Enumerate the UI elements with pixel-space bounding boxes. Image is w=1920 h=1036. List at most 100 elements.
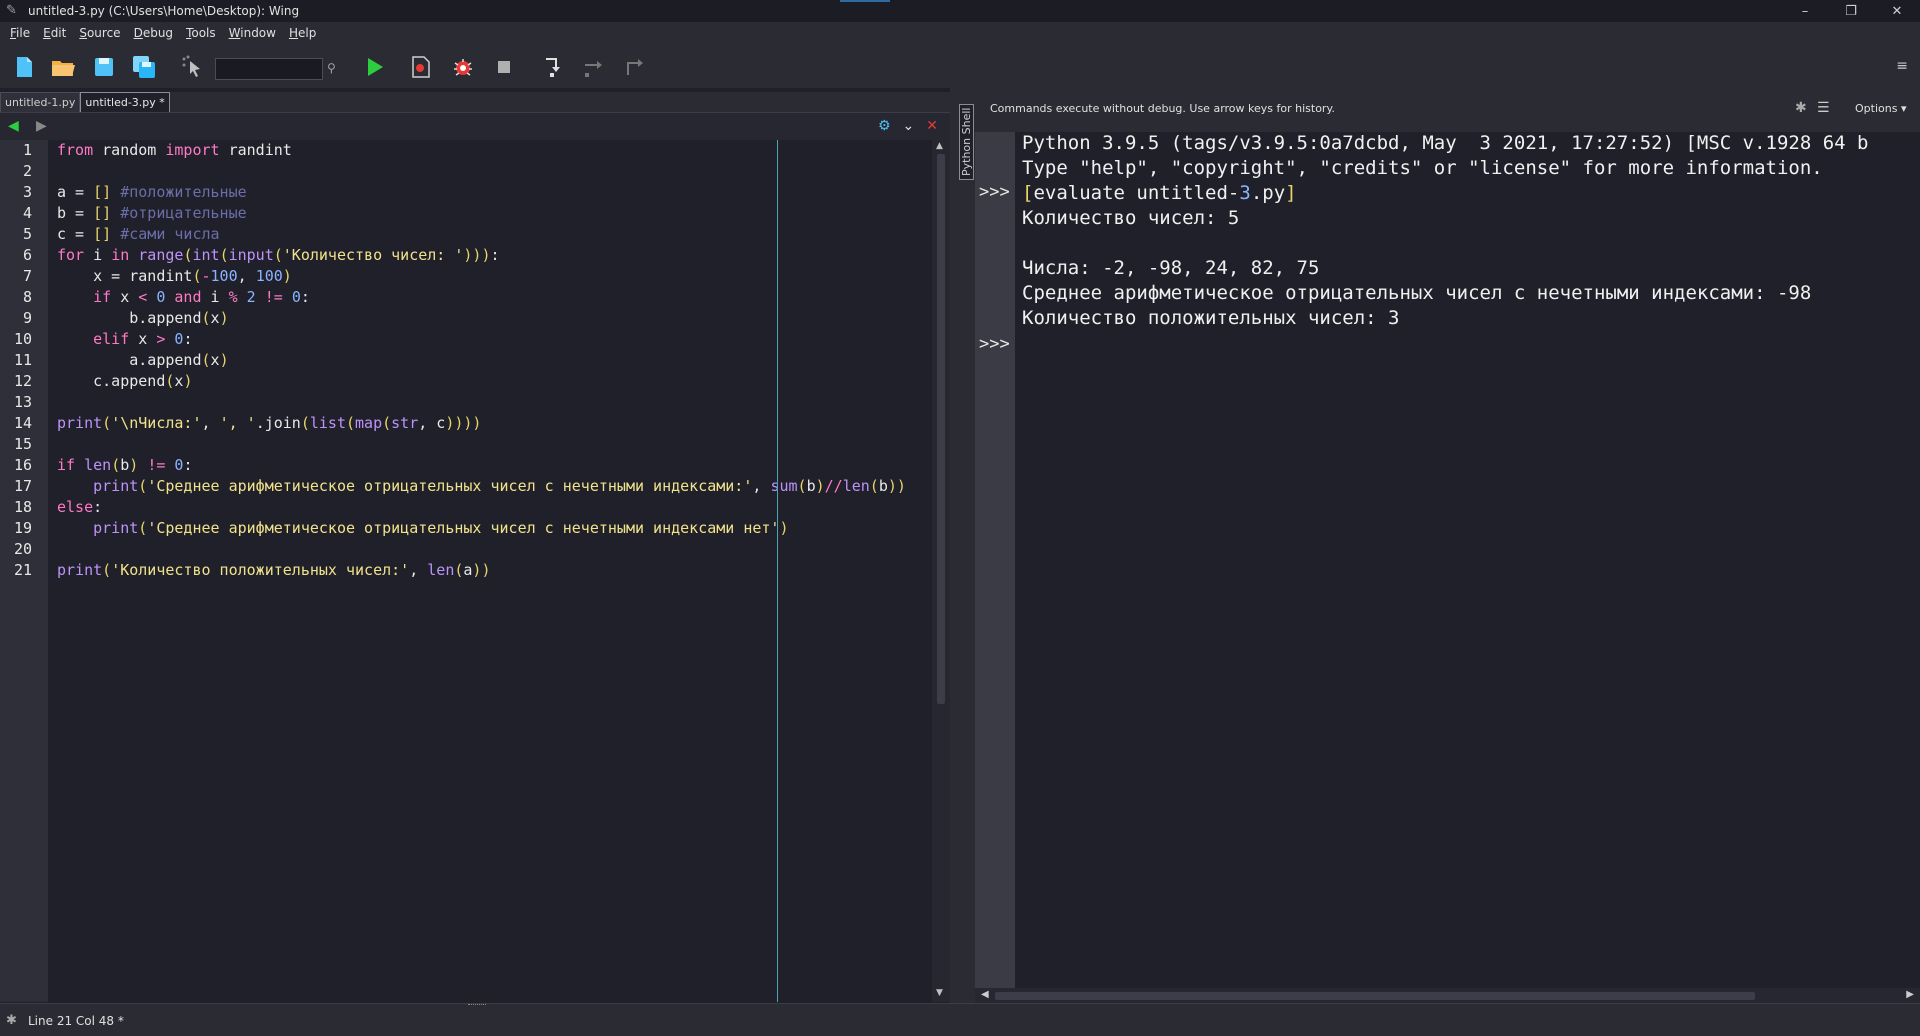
- menu-file[interactable]: File: [10, 26, 30, 40]
- tab-untitled-1[interactable]: untitled-1.py: [0, 92, 81, 112]
- list-options-icon[interactable]: ☰: [1817, 100, 1830, 116]
- save-all-icon[interactable]: [130, 53, 158, 81]
- pane-splitter[interactable]: [950, 88, 957, 1003]
- editor-nav-strip: ◀ ▶ ⚙ ⌄ ✕: [0, 112, 950, 140]
- line-number: 9: [22, 309, 32, 327]
- window-title: untitled-3.py (C:\Users\Home\Desktop): W…: [28, 4, 300, 18]
- line-number: 19: [13, 519, 32, 537]
- title-accent: [840, 0, 890, 2]
- step-out-icon[interactable]: [620, 53, 648, 81]
- menu-edit[interactable]: Edit: [43, 26, 66, 40]
- code-line: from random import randint: [57, 141, 292, 159]
- new-file-icon[interactable]: [10, 53, 38, 81]
- toolbar: ⚲ ≡: [0, 44, 1920, 88]
- code-line: x = randint(-100, 100): [57, 267, 292, 285]
- bug-debug-icon[interactable]: [449, 53, 477, 81]
- shell-output-line: Среднее арифметическое отрицательных чис…: [1022, 282, 1812, 304]
- maximize-button[interactable]: ❐: [1828, 0, 1874, 22]
- close-editor-icon[interactable]: ✕: [926, 118, 938, 134]
- debug-shell-icon[interactable]: ✱: [1795, 100, 1807, 116]
- editor-tab-bar: untitled-1.py untitled-3.py *: [0, 92, 950, 112]
- editor-scroll-thumb[interactable]: [937, 154, 945, 704]
- menu-help[interactable]: Help: [289, 26, 316, 40]
- step-into-icon[interactable]: [538, 53, 566, 81]
- shell-prompt-column: >>> >>>: [975, 132, 1015, 998]
- line-number: 16: [13, 456, 32, 474]
- code-line: a.append(x): [57, 351, 229, 369]
- menu-bar: File Edit Source Debug Tools Window Help: [0, 22, 1920, 44]
- save-icon[interactable]: [90, 53, 118, 81]
- cursor-position: Line 21 Col 48 *: [28, 1014, 124, 1028]
- code-line: else:: [57, 498, 103, 516]
- shell-output-line: Python 3.9.5 (tags/v3.9.5:0a7dcbd, May 3…: [1022, 132, 1869, 154]
- minimize-button[interactable]: –: [1782, 0, 1828, 22]
- menu-debug[interactable]: Debug: [134, 26, 173, 40]
- code-line: print('\nЧисла:', ', '.join(list(map(str…: [57, 414, 482, 432]
- code-line: if len(b) != 0:: [57, 456, 193, 474]
- shell-output[interactable]: Python 3.9.5 (tags/v3.9.5:0a7dcbd, May 3…: [1015, 132, 1920, 998]
- back-arrow-icon[interactable]: ◀: [8, 118, 19, 134]
- line-number: 11: [13, 351, 32, 369]
- line-number: 13: [13, 393, 32, 411]
- code-line: print('Среднее арифметическое отрицатель…: [93, 477, 906, 495]
- shell-header: Commands execute without debug. Use arro…: [975, 88, 1920, 132]
- options-button[interactable]: Options ▾: [1855, 102, 1906, 115]
- shell-output-line: Количество положительных чисел: 3: [1022, 307, 1400, 329]
- open-folder-icon[interactable]: [49, 53, 77, 81]
- line-number: 5: [22, 225, 32, 243]
- line-number: 6: [22, 246, 32, 264]
- chevron-down-icon[interactable]: ⌄: [903, 118, 915, 134]
- code-editor[interactable]: from random import randint a = [] #положи…: [48, 140, 928, 1002]
- menu-tools[interactable]: Tools: [186, 26, 216, 40]
- shell-horizontal-scrollbar[interactable]: ◀ ▶: [975, 988, 1920, 1003]
- toolbar-menu-icon[interactable]: ≡: [1896, 58, 1908, 74]
- goto-pointer-icon[interactable]: [178, 53, 206, 81]
- shell-note: Commands execute without debug. Use arro…: [990, 102, 1335, 115]
- line-number: 17: [13, 477, 32, 495]
- code-line: b = [] #отрицательные: [57, 204, 247, 222]
- scroll-left-icon[interactable]: ◀: [981, 989, 989, 1000]
- run-icon[interactable]: [360, 53, 388, 81]
- python-shell-side-tab: Python Shell: [957, 88, 975, 1003]
- code-line: b.append(x): [57, 309, 229, 327]
- line-number: 7: [22, 267, 32, 285]
- stop-icon[interactable]: [490, 53, 518, 81]
- forward-arrow-icon[interactable]: ▶: [36, 118, 47, 134]
- shell-scroll-thumb[interactable]: [995, 992, 1755, 1000]
- status-bug-icon: ✱: [6, 1013, 17, 1028]
- shell-output-line: Количество чисел: 5: [1022, 207, 1240, 229]
- shell-output-line: Type "help", "copyright", "credits" or "…: [1022, 157, 1823, 179]
- line-number: 12: [13, 372, 32, 390]
- python-shell-tab[interactable]: Python Shell: [959, 103, 974, 180]
- line-number: 15: [13, 435, 32, 453]
- toolbar-search-input[interactable]: [215, 58, 323, 80]
- line-number: 3: [22, 183, 32, 201]
- scroll-down-icon[interactable]: ▼: [936, 988, 943, 998]
- code-line: c.append(x): [57, 372, 193, 390]
- code-line: print('Среднее арифметическое отрицатель…: [93, 519, 789, 537]
- debug-file-icon[interactable]: [407, 53, 435, 81]
- step-over-icon[interactable]: [579, 53, 607, 81]
- resize-grip[interactable]: [468, 1004, 486, 1007]
- code-line: print('Количество положительных чисел:',…: [57, 561, 491, 579]
- line-number: 2: [22, 162, 32, 180]
- menu-window[interactable]: Window: [229, 26, 276, 40]
- code-line: for i in range(int(input('Количество чис…: [57, 246, 500, 264]
- line-number: 4: [22, 204, 32, 222]
- line-number: 8: [22, 288, 32, 306]
- code-line: a = [] #положительные: [57, 183, 247, 201]
- code-line: elif x > 0:: [93, 330, 193, 348]
- scope-icon[interactable]: ⚙: [878, 118, 891, 134]
- line-number: 20: [13, 540, 32, 558]
- menu-source[interactable]: Source: [79, 26, 120, 40]
- code-line: c = [] #сами числа: [57, 225, 220, 243]
- line-number: 10: [13, 330, 32, 348]
- editor-vertical-scrollbar[interactable]: ▲ ▼: [932, 140, 950, 1002]
- line-number: 18: [13, 498, 32, 516]
- line-number: 14: [13, 414, 32, 432]
- close-button[interactable]: ✕: [1874, 0, 1920, 22]
- scroll-up-icon[interactable]: ▲: [936, 141, 943, 151]
- tab-untitled-3[interactable]: untitled-3.py *: [80, 92, 170, 112]
- edge-guide-line: [777, 140, 778, 1002]
- scroll-right-icon[interactable]: ▶: [1906, 989, 1914, 1000]
